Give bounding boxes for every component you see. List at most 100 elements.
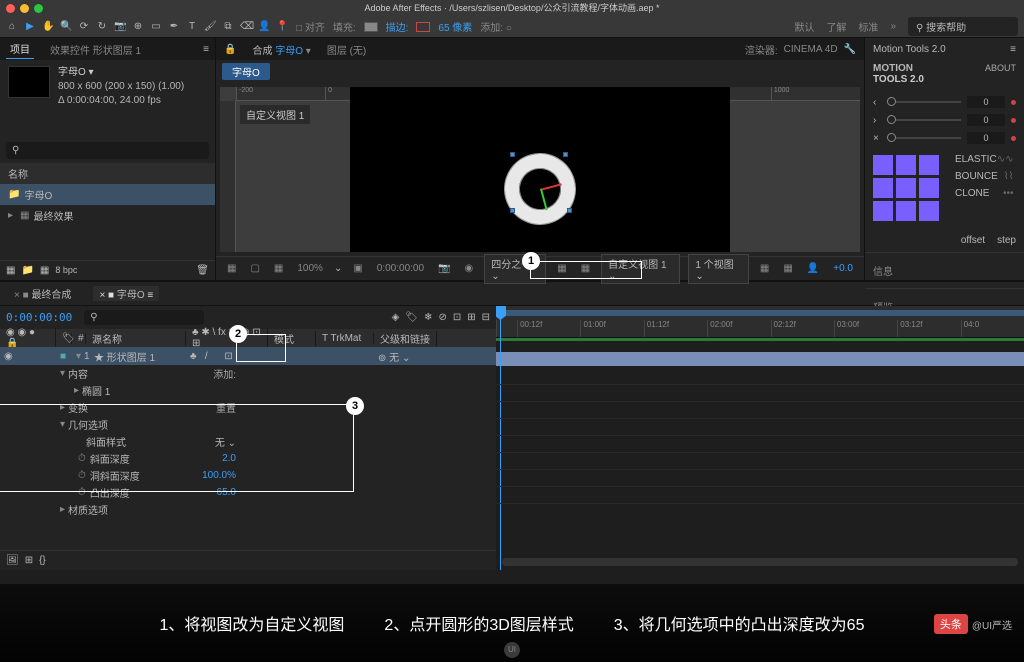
- main-toolbar: ⌂ ▶ ✋ 🔍 ⟳ ↻ 📷 ⊕ ▭ ✒ T 🖌 ⧉ ⌫ 👤 📍 □ 对齐 填充:…: [0, 16, 1024, 38]
- settings-icon[interactable]: 🔧: [844, 44, 856, 55]
- effect-controls-tab[interactable]: 效果控件 形状图层 1: [46, 40, 145, 59]
- res-icon[interactable]: ▦: [271, 263, 286, 274]
- snap-toggle[interactable]: □ 对齐: [296, 19, 325, 34]
- home-icon[interactable]: ⌂: [6, 21, 18, 32]
- camera-tool-icon[interactable]: 📷: [114, 21, 126, 32]
- rect-tool-icon[interactable]: ▭: [150, 21, 162, 32]
- vb-icon[interactable]: ▦: [780, 263, 795, 274]
- prop-material[interactable]: ▸材质选项: [0, 501, 496, 518]
- ui-cn-logo: UI: [504, 642, 520, 658]
- eraser-tool-icon[interactable]: ⌫: [240, 21, 252, 32]
- rotate-tool-icon[interactable]: ↻: [96, 21, 108, 32]
- tl-icon[interactable]: ⊟: [482, 312, 490, 323]
- tl-icon[interactable]: ❄: [424, 312, 432, 323]
- workspace-more[interactable]: »: [890, 21, 896, 32]
- tl-icon[interactable]: ⊡: [453, 312, 461, 323]
- snapshot-icon[interactable]: 📷: [435, 263, 453, 274]
- handle[interactable]: [567, 208, 572, 213]
- canvas[interactable]: [350, 87, 730, 252]
- project-item-comp[interactable]: ▸▦最终效果: [0, 205, 215, 226]
- trash-icon[interactable]: 🗑: [196, 265, 209, 276]
- add-shape[interactable]: 添加: ○: [480, 19, 512, 34]
- mag-icon[interactable]: ▦: [224, 263, 239, 274]
- handle[interactable]: [510, 208, 515, 213]
- layer-bar[interactable]: [496, 352, 1024, 366]
- timeline-tab-1[interactable]: × ■ 最终合成: [8, 286, 77, 301]
- name-column-header[interactable]: 名称: [0, 163, 215, 184]
- selection-tool-icon[interactable]: ▶: [24, 21, 36, 32]
- current-time[interactable]: 0:00:00:00: [6, 311, 72, 324]
- viewer-lock-icon[interactable]: 🔒: [224, 44, 236, 55]
- new-comp-icon[interactable]: ▦: [40, 265, 49, 276]
- channel-icon[interactable]: ▢: [247, 263, 262, 274]
- puppet-tool-icon[interactable]: 📍: [276, 21, 288, 32]
- clone-button[interactable]: CLONE: [955, 188, 989, 199]
- show-channel-icon[interactable]: ◉: [462, 263, 477, 274]
- tl-foot-icon[interactable]: {}: [39, 555, 46, 566]
- timeline-search[interactable]: ⚲: [84, 310, 204, 325]
- window-controls[interactable]: [6, 4, 43, 13]
- interpret-icon[interactable]: ▦: [6, 265, 15, 276]
- comp-pill[interactable]: 字母O: [222, 63, 270, 80]
- panel-menu-icon[interactable]: ≡: [1010, 44, 1016, 55]
- stroke-width[interactable]: 65 像素: [438, 19, 472, 34]
- pan-behind-tool-icon[interactable]: ⊕: [132, 21, 144, 32]
- tl-icon[interactable]: ⊘: [438, 312, 446, 323]
- tl-foot-icon[interactable]: ⊞: [25, 555, 33, 566]
- workspace-default[interactable]: 默认: [794, 19, 814, 34]
- vb-icon[interactable]: 👤: [804, 263, 822, 274]
- work-area[interactable]: [496, 338, 1024, 341]
- stamp-tool-icon[interactable]: ⧉: [222, 21, 234, 32]
- tl-foot-icon[interactable]: 🖼: [6, 555, 19, 566]
- viewport[interactable]: -20002004006008001000 自定义视图 1: [220, 87, 860, 252]
- roto-tool-icon[interactable]: 👤: [258, 21, 270, 32]
- orbit-tool-icon[interactable]: ⟳: [78, 21, 90, 32]
- handle[interactable]: [510, 152, 515, 157]
- time-ruler[interactable]: 00:12f01:00f01:12f02:00f02:12f03:00f03:1…: [496, 320, 1024, 338]
- project-search[interactable]: ⚲: [6, 142, 209, 159]
- motion-tools-panel: Motion Tools 2.0 ≡ MOTIONTOOLS 2.0 ABOUT…: [864, 38, 1024, 280]
- project-item-folder[interactable]: 📁字母O: [0, 184, 215, 205]
- elastic-button[interactable]: ELASTIC: [955, 154, 997, 165]
- slider-y[interactable]: [887, 119, 961, 121]
- hand-tool-icon[interactable]: ✋: [42, 21, 54, 32]
- vb-icon[interactable]: ▦: [757, 263, 772, 274]
- frame-icon[interactable]: ▣: [350, 263, 365, 274]
- time-display[interactable]: 0:00:00:00: [374, 263, 427, 274]
- prop-ellipse[interactable]: ▸椭圆 1: [0, 382, 496, 399]
- brush-tool-icon[interactable]: 🖌: [204, 21, 216, 32]
- twirl-icon[interactable]: ▸: [8, 210, 16, 221]
- shape-ring[interactable]: [497, 147, 583, 233]
- stroke-swatch[interactable]: [416, 22, 430, 32]
- tl-icon[interactable]: ◈: [392, 312, 400, 323]
- zoom-value[interactable]: 100%: [294, 263, 326, 274]
- zoom-tool-icon[interactable]: 🔍: [60, 21, 72, 32]
- fill-swatch[interactable]: [364, 22, 378, 32]
- prop-contents[interactable]: ▾内容添加:: [0, 365, 496, 382]
- info-panel[interactable]: 信息: [865, 252, 1024, 288]
- panel-menu-icon[interactable]: ≡: [203, 44, 209, 55]
- callout-1-box: [530, 261, 642, 279]
- help-search[interactable]: ⚲ 搜索帮助: [908, 17, 1018, 36]
- slider-z[interactable]: [887, 137, 961, 139]
- workspace-learn[interactable]: 了解: [826, 19, 846, 34]
- anchor-grid[interactable]: [865, 147, 947, 229]
- stroke-label[interactable]: 描边:: [386, 19, 409, 34]
- renderer-value[interactable]: CINEMA 4D: [784, 44, 838, 55]
- tl-icon[interactable]: ⊞: [467, 312, 475, 323]
- handle[interactable]: [563, 152, 568, 157]
- zoom-slider[interactable]: [502, 558, 1018, 566]
- slider-x[interactable]: [887, 101, 961, 103]
- pen-tool-icon[interactable]: ✒: [168, 21, 180, 32]
- project-panel: 项目 效果控件 形状图层 1 ≡ 字母O ▾ 800 x 600 (200 x …: [0, 38, 216, 280]
- text-tool-icon[interactable]: T: [186, 21, 198, 32]
- project-tab[interactable]: 项目: [6, 39, 34, 59]
- new-folder-icon[interactable]: 📁: [21, 265, 33, 276]
- bounce-button[interactable]: BOUNCE: [955, 171, 998, 182]
- views-count[interactable]: 1 个视图 ⌄: [688, 254, 748, 284]
- timeline-tab-2[interactable]: × ■ 字母O ≡: [93, 286, 159, 301]
- tl-icon[interactable]: 🏷: [405, 312, 418, 323]
- about-button[interactable]: ABOUT: [985, 63, 1016, 85]
- workspace-standard[interactable]: 标准: [858, 19, 878, 34]
- exposure-value[interactable]: +0.0: [830, 263, 856, 274]
